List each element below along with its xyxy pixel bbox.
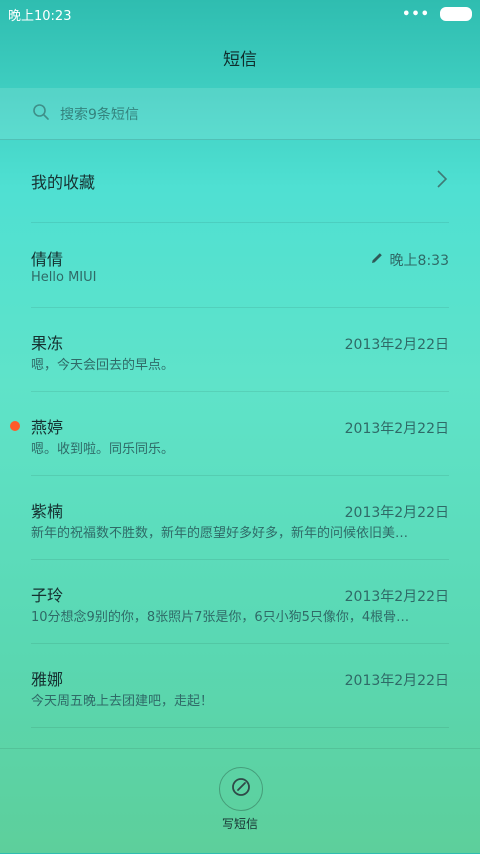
draft-pencil-icon xyxy=(370,251,384,269)
message-preview: 今天周五晚上去团建吧，走起！ xyxy=(31,694,214,709)
favorites-label: 我的收藏 xyxy=(31,173,96,192)
contact-name: 子玲 xyxy=(31,586,64,605)
contact-name: 倩倩 xyxy=(31,250,64,269)
chevron-right-icon xyxy=(435,169,449,193)
contact-name: 雅娜 xyxy=(31,670,64,689)
message-preview: 10分想念9别的你，8张照片7张是你，6只小狗5只像你，4根骨… xyxy=(31,610,410,625)
conversation-list: 倩倩 Hello MIUI 晚上8:33 果冻 嗯，今天会回去的早点。 2013… xyxy=(0,224,480,728)
unread-dot-icon xyxy=(10,421,20,431)
search-icon xyxy=(32,103,50,125)
contact-name: 紫楠 xyxy=(31,502,64,521)
status-time: 晚上10:23 xyxy=(8,8,72,24)
compose-icon xyxy=(230,776,252,802)
favorites-row[interactable]: 我的收藏 xyxy=(31,140,449,223)
message-preview: 嗯。收到啦。同乐同乐。 xyxy=(31,442,175,457)
message-preview: 嗯，今天会回去的早点。 xyxy=(31,358,175,373)
message-date: 2013年2月22日 xyxy=(344,421,449,437)
search-input[interactable]: 搜索9条短信 xyxy=(60,104,139,124)
status-icons: ••• xyxy=(402,7,472,22)
message-preview: 新年的祝福数不胜数，新年的愿望好多好多，新年的问候依旧美… xyxy=(31,526,409,541)
conversation-row[interactable]: 紫楠 新年的祝福数不胜数，新年的愿望好多好多，新年的问候依旧美… 2013年2月… xyxy=(31,476,449,560)
battery-icon xyxy=(440,7,472,21)
message-date: 晚上8:33 xyxy=(370,250,449,270)
message-preview: Hello MIUI xyxy=(31,270,97,285)
bottom-bar: 写短信 xyxy=(0,748,480,854)
message-date-text: 晚上8:33 xyxy=(389,253,449,269)
contact-name: 果冻 xyxy=(31,334,64,353)
page-title: 短信 xyxy=(223,49,257,70)
compose-button[interactable] xyxy=(219,767,263,811)
conversation-row[interactable]: 果冻 嗯，今天会回去的早点。 2013年2月22日 xyxy=(31,308,449,392)
conversation-row[interactable]: 倩倩 Hello MIUI 晚上8:33 xyxy=(31,224,449,308)
status-bar: 晚上10:23 ••• xyxy=(0,0,480,28)
conversation-row[interactable]: 燕婷 嗯。收到啦。同乐同乐。 2013年2月22日 xyxy=(10,392,449,476)
conversation-row[interactable]: 雅娜 今天周五晚上去团建吧，走起！ 2013年2月22日 xyxy=(31,644,449,728)
contact-name: 燕婷 xyxy=(31,418,64,437)
message-date: 2013年2月22日 xyxy=(344,505,449,521)
message-date: 2013年2月22日 xyxy=(344,673,449,689)
signal-dots-icon: ••• xyxy=(402,6,430,22)
conversation-row[interactable]: 子玲 10分想念9别的你，8张照片7张是你，6只小狗5只像你，4根骨… 2013… xyxy=(31,560,449,644)
search-bar[interactable]: 搜索9条短信 xyxy=(0,88,480,140)
message-date: 2013年2月22日 xyxy=(344,337,449,353)
message-date: 2013年2月22日 xyxy=(344,589,449,605)
compose-label: 写短信 xyxy=(221,817,258,831)
title-bar: 短信 xyxy=(0,28,480,86)
